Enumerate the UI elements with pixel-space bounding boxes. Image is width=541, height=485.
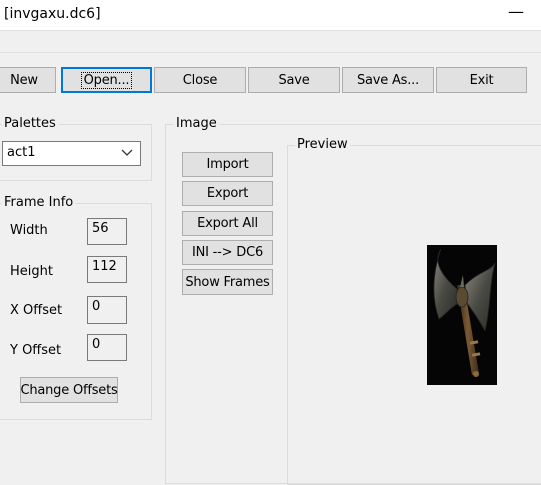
image-label: Image (174, 116, 219, 131)
save-label: Save (278, 72, 310, 88)
height-label: Height (10, 264, 53, 279)
chevron-down-icon (121, 149, 133, 156)
export-label: Export (206, 186, 249, 201)
preview-label: Preview (295, 137, 350, 152)
y-offset-field[interactable]: 0 (87, 334, 127, 361)
save-as-label: Save As... (356, 72, 420, 88)
exit-label: Exit (469, 72, 494, 88)
preview-group (287, 145, 541, 485)
import-label: Import (206, 157, 249, 172)
menu-separator (0, 52, 541, 53)
width-field[interactable]: 56 (87, 218, 127, 245)
palette-selected-value: act1 (7, 145, 36, 160)
palettes-label: Palettes (2, 116, 58, 131)
open-button[interactable]: Open... (61, 67, 152, 93)
minimize-icon[interactable]: — (508, 2, 524, 21)
show-frames-label: Show Frames (185, 274, 270, 290)
exit-button[interactable]: Exit (436, 67, 527, 93)
close-label: Close (182, 72, 218, 88)
open-label: Open... (80, 71, 133, 89)
preview-image (427, 245, 497, 385)
export-button[interactable]: Export (182, 181, 273, 206)
window-title: [invgaxu.dc6] (4, 6, 101, 22)
ini-to-dc6-button[interactable]: INI --> DC6 (182, 240, 273, 265)
x-offset-label: X Offset (10, 303, 63, 318)
palette-select[interactable]: act1 (2, 141, 141, 166)
frame-info-label: Frame Info (2, 195, 76, 210)
show-frames-button[interactable]: Show Frames (182, 269, 273, 295)
new-button[interactable]: New (0, 67, 56, 93)
title-separator (0, 30, 541, 31)
export-all-label: Export All (197, 216, 258, 231)
change-offsets-label: Change Offsets (20, 382, 118, 398)
width-label: Width (10, 223, 48, 238)
export-all-button[interactable]: Export All (182, 211, 273, 236)
new-label: New (10, 72, 38, 88)
axe-icon (433, 248, 496, 377)
close-button[interactable]: Close (154, 67, 246, 93)
y-offset-label: Y Offset (10, 343, 62, 358)
ini-to-dc6-label: INI --> DC6 (191, 245, 264, 260)
save-button[interactable]: Save (248, 67, 340, 93)
import-button[interactable]: Import (182, 152, 273, 177)
x-offset-field[interactable]: 0 (87, 296, 127, 324)
save-as-button[interactable]: Save As... (342, 67, 434, 93)
change-offsets-button[interactable]: Change Offsets (20, 377, 118, 403)
height-field[interactable]: 112 (87, 256, 127, 283)
